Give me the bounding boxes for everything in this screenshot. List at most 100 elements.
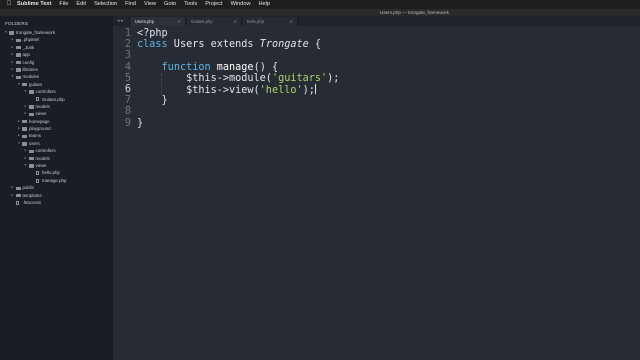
tree-item-label: trongate_framework — [16, 30, 56, 35]
tree-folder[interactable]: ▾ controllers — [0, 88, 113, 95]
chevron-right-icon[interactable]: ▸ — [17, 125, 21, 132]
chevron-right-icon[interactable]: ▸ — [11, 44, 15, 51]
line-number: 3 — [124, 50, 131, 62]
tree-item-label: views — [35, 111, 47, 117]
line-number: 8 — [124, 106, 131, 118]
tree-folder[interactable]: ▸ teams — [0, 132, 113, 139]
tree-folder[interactable]: ▸ libraries — [0, 66, 113, 73]
code-line[interactable]: function manage() { — [137, 62, 279, 73]
tab-users-php[interactable]: Users.php × — [131, 17, 186, 26]
apple-icon[interactable]:  — [5, 0, 13, 9]
indent-guide — [161, 74, 162, 94]
tree-file[interactable]: Guitars.php — [0, 96, 113, 103]
code-line[interactable]: $this->module('guitars'); — [137, 73, 339, 84]
chevron-right-icon[interactable]: ▸ — [11, 192, 15, 199]
tree-folder[interactable]: ▸ playground — [0, 125, 113, 132]
close-icon[interactable]: × — [290, 17, 293, 26]
chevron-right-icon[interactable]: ▸ — [17, 118, 21, 125]
tree-folder[interactable]: ▾ modules — [0, 73, 113, 80]
tree-item-label: playground — [29, 126, 51, 132]
tab-hello-php[interactable]: hello.php × — [243, 17, 298, 26]
chevron-down-icon[interactable]: ▾ — [24, 88, 28, 95]
chevron-down-icon[interactable]: ▾ — [24, 162, 28, 169]
menu-app-name[interactable]: Sublime Text — [17, 0, 51, 9]
tree-item-label: public — [22, 185, 34, 191]
chevron-right-icon[interactable]: ▸ — [11, 51, 15, 58]
chevron-right-icon[interactable]: ▸ — [24, 110, 28, 117]
tree-folder[interactable]: ▸ public — [0, 184, 113, 191]
tree-item-label: teams — [29, 133, 41, 139]
chevron-right-icon[interactable]: ▸ — [24, 155, 28, 162]
tree-folder[interactable]: ▸ config — [0, 59, 113, 66]
chevron-right-icon[interactable]: ▸ — [11, 59, 15, 66]
tree-item-label: libraries — [22, 66, 38, 72]
menu-view[interactable]: View — [144, 0, 156, 9]
window-title: Users.php — trongate_framework — [380, 10, 449, 15]
code-line[interactable]: } — [137, 95, 168, 106]
menu-selection[interactable]: Selection — [94, 0, 117, 9]
tree-item-label: config — [22, 59, 35, 65]
folder-icon — [9, 31, 14, 35]
mouse-ibeam-cursor-icon: ​ — [308, 100, 310, 105]
code-editor[interactable]: 123456789 <?php class Users extends Trong… — [113, 26, 640, 360]
tree-folder[interactable]: ▸ views — [0, 110, 113, 117]
sidebar-heading: FOLDERS — [5, 21, 29, 26]
folder-icon — [28, 112, 34, 116]
line-number: 5 — [124, 72, 131, 84]
menu-window[interactable]: Window — [231, 0, 251, 9]
close-icon[interactable]: × — [234, 17, 237, 26]
tab-guitars-php[interactable]: Guitars.php × — [187, 17, 242, 26]
folder-icon — [28, 164, 34, 168]
chevron-down-icon[interactable]: ▾ — [17, 140, 21, 147]
chevron-right-icon[interactable]: ▸ — [11, 36, 15, 43]
code-line[interactable]: } — [137, 118, 143, 129]
menu-edit[interactable]: Edit — [76, 0, 86, 9]
chevron-right-icon[interactable]: ▸ — [11, 184, 15, 191]
folder-icon — [15, 53, 21, 57]
chevron-down-icon[interactable]: ▾ — [4, 29, 8, 36]
menu-find[interactable]: Find — [125, 0, 136, 9]
tree-folder[interactable]: ▸ app — [0, 51, 113, 58]
tab-nav-arrows-icon[interactable]: ◂ ▸ — [117, 16, 124, 26]
chevron-right-icon[interactable]: ▸ — [17, 132, 21, 139]
tree-file[interactable]: hello.php — [0, 169, 113, 176]
tree-item-label: app — [22, 52, 30, 58]
tree-folder[interactable]: ▾ trongate_framework — [0, 29, 113, 36]
menu-goto[interactable]: Goto — [164, 0, 176, 9]
folder-icon — [28, 156, 34, 161]
chevron-down-icon[interactable]: ▾ — [11, 73, 15, 80]
tree-folder[interactable]: ▸ models — [0, 155, 113, 162]
code-line[interactable]: $this->view('hello'); — [137, 84, 316, 96]
line-number: 6 — [124, 84, 131, 95]
tree-item-label: views — [35, 163, 47, 169]
tree-item-label: .htaccess — [22, 199, 42, 205]
folder-icon — [15, 186, 21, 190]
chevron-right-icon[interactable]: ▸ — [11, 66, 15, 73]
menu-project[interactable]: Project — [205, 0, 222, 9]
tree-folder[interactable]: ▾ users — [0, 140, 113, 147]
tab-label: hello.php — [247, 19, 264, 24]
tree-folder[interactable]: ▸ homepage — [0, 118, 113, 125]
chevron-right-icon[interactable]: ▸ — [24, 103, 28, 110]
tree-item-label: homepage — [29, 118, 50, 124]
menu-help[interactable]: Help — [259, 0, 271, 9]
tree-item-label: modules — [22, 74, 40, 80]
menu-file[interactable]: File — [59, 0, 68, 9]
tree-folder[interactable]: ▸ _Junk — [0, 44, 113, 51]
tree-folder[interactable]: ▸ models — [0, 103, 113, 110]
tree-file[interactable]: .htaccess — [0, 199, 113, 206]
chevron-right-icon[interactable]: ▸ — [24, 147, 28, 154]
code-line[interactable]: <?php — [137, 28, 168, 39]
tree-folder[interactable]: ▸ .phpintel — [0, 36, 113, 43]
code-line[interactable]: class Users extends Trongate { — [137, 39, 321, 50]
tree-folder[interactable]: ▸ controllers — [0, 147, 113, 154]
tree-folder[interactable]: ▾ views — [0, 162, 113, 169]
menu-tools[interactable]: Tools — [184, 0, 197, 9]
folder-icon — [15, 193, 21, 198]
tree-folder[interactable]: ▾ guitars — [0, 81, 113, 88]
folder-tree: ▾ trongate_framework ▸ .phpintel ▸ _Junk ▸ app ▸… — [0, 29, 113, 206]
tree-folder[interactable]: ▸ templates — [0, 192, 113, 199]
tree-file[interactable]: manage.php — [0, 177, 113, 184]
chevron-down-icon[interactable]: ▾ — [17, 81, 21, 88]
close-icon[interactable]: × — [178, 17, 181, 26]
